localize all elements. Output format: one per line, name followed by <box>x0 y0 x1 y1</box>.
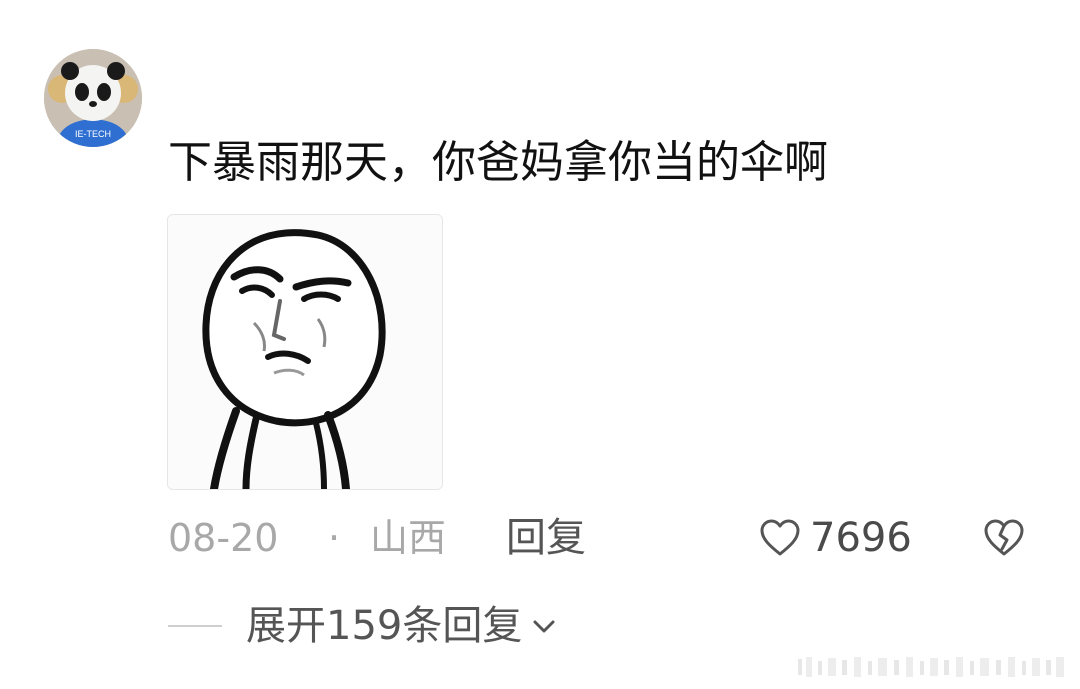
reply-button[interactable]: 回复 <box>506 510 586 566</box>
like-button[interactable]: 7696 <box>758 510 912 566</box>
chevron-down-icon <box>533 620 555 633</box>
svg-text:IE-TECH: IE-TECH <box>75 129 111 139</box>
comment-date: 08-20 <box>168 516 279 560</box>
broken-heart-icon <box>984 519 1024 556</box>
meta-separator: · <box>328 516 341 560</box>
comment-meta-row: 08-20 · 山西 回复 7696 <box>168 510 1038 566</box>
expand-replies-row: 展开159条回复 <box>168 598 558 654</box>
meme-sticker-image[interactable] <box>167 214 443 490</box>
avatar[interactable]: IE-TECH <box>44 49 142 147</box>
comment-text: 下暴雨那天，你爸妈拿你当的伞啊 <box>168 137 828 188</box>
heart-outline-icon <box>760 519 800 556</box>
watermark-decoration <box>798 657 1064 677</box>
comment-location: 山西 <box>370 516 447 560</box>
expand-replies-button[interactable]: 展开159条回复 <box>246 598 558 654</box>
panda-avatar-image: IE-TECH <box>44 49 142 147</box>
expand-replies-label: 展开159条回复 <box>246 603 523 649</box>
like-count: 7696 <box>810 515 912 561</box>
divider-line <box>168 625 222 627</box>
dislike-button[interactable] <box>982 516 1026 560</box>
